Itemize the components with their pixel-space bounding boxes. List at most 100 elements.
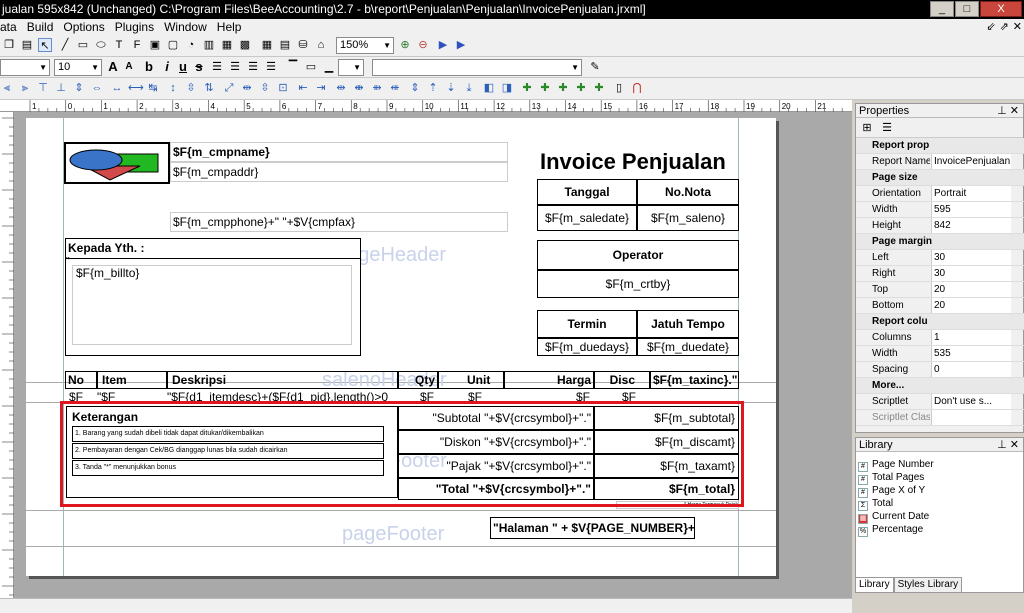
kepada-label[interactable]: Kepada Yth. : <box>65 238 361 259</box>
same-width-max-icon[interactable]: ⟷ <box>128 81 144 95</box>
prop-spacing[interactable]: Spacing 0 <box>856 362 1024 378</box>
prop-category-columns[interactable]: Report colu <box>856 314 1024 330</box>
report-page[interactable]: pageHeader salenoHeader salenoFooter pag… <box>26 118 776 576</box>
invoice-title[interactable]: Invoice Penjualan <box>540 149 726 175</box>
valign-bottom-icon[interactable]: ▁ <box>322 60 336 74</box>
menu-window[interactable]: Window <box>159 19 212 35</box>
crosstab-tool-icon[interactable]: ▩ <box>238 38 252 52</box>
library-item-total-pages[interactable]: # Total Pages <box>858 471 924 485</box>
valign-middle-icon[interactable]: ▭ <box>304 60 318 74</box>
vspace-remove-icon[interactable]: ⤓ <box>462 81 476 95</box>
tab-library[interactable]: Library <box>855 577 894 593</box>
align-top-edges-icon[interactable]: ⊤ <box>36 81 50 95</box>
rectangle-tool-icon[interactable]: ▭ <box>76 38 90 52</box>
prop-column-width[interactable]: Width 535 <box>856 346 1024 362</box>
line-tool-icon[interactable]: ╱ <box>58 38 72 52</box>
move-down-icon[interactable]: ✚ <box>574 81 588 95</box>
same-width-icon[interactable]: ↔ <box>110 81 124 95</box>
prop-left[interactable]: Left 30 <box>856 250 1024 266</box>
style-select[interactable]: ▼ <box>372 59 582 76</box>
menu-data[interactable]: ata <box>0 19 22 35</box>
close-button[interactable]: X <box>980 1 1022 17</box>
increase-font-icon[interactable]: A <box>106 60 120 74</box>
subreport-tool-icon[interactable]: ▥ <box>202 38 216 52</box>
nonota-label[interactable]: No.Nota <box>637 179 739 205</box>
center-horizontal-icon[interactable]: ⇹ <box>240 81 254 95</box>
col-header-taxinc[interactable]: $F{m_taxinc}." <box>650 371 739 389</box>
zoom-in-icon[interactable]: ⊕ <box>398 38 412 52</box>
align-center-icon[interactable]: ☰ <box>228 60 242 74</box>
prop-top[interactable]: Top 20 <box>856 282 1024 298</box>
library-item-percentage[interactable]: % Percentage <box>858 523 923 537</box>
operator-label[interactable]: Operator <box>537 240 739 270</box>
field-tool-icon[interactable]: F <box>130 38 144 52</box>
image-tool-icon[interactable]: ▣ <box>148 38 162 52</box>
col-header-deskripsi[interactable]: Deskripsi <box>167 371 398 389</box>
mdi-restore-icon[interactable]: ⇙ <box>986 20 995 33</box>
col-header-harga[interactable]: Harga <box>504 371 594 389</box>
tanggal-label[interactable]: Tanggal <box>537 179 637 205</box>
run-db-icon[interactable]: ▶ <box>454 38 468 52</box>
library-item-current-date[interactable]: ▦ Current Date <box>858 510 929 524</box>
tab-styles-library[interactable]: Styles Library <box>893 577 963 593</box>
organize-icon[interactable]: ✚ <box>592 81 606 95</box>
join-right-icon[interactable]: ⇥ <box>314 81 328 95</box>
same-width-min-icon[interactable]: ↹ <box>146 81 160 95</box>
alphabetical-icon[interactable]: ☰ <box>880 121 894 135</box>
company-logo[interactable] <box>64 142 170 184</box>
decrease-font-icon[interactable]: A <box>122 60 136 74</box>
prop-report-name[interactable]: Report Name InvoicePenjualan <box>856 154 1024 170</box>
design-canvas[interactable]: pageHeader salenoHeader salenoFooter pag… <box>14 112 852 613</box>
operator-field[interactable]: $F{m_crtby} <box>537 270 739 298</box>
align-justify-icon[interactable]: ☰ <box>264 60 278 74</box>
same-size-icon[interactable]: ⤢ <box>222 81 236 95</box>
menu-options[interactable]: Options <box>58 19 109 35</box>
align-hcenter-icon[interactable]: ⇔ <box>90 81 104 95</box>
font-name-select[interactable]: ▼ <box>0 59 50 76</box>
zoom-out-icon[interactable]: ⊖ <box>416 38 430 52</box>
prop-scriptlet-class[interactable]: Scriptlet Class <box>856 410 1024 426</box>
categorized-icon[interactable]: ⊞ <box>860 121 874 135</box>
col-header-unit[interactable]: Unit <box>438 371 504 389</box>
magnet-icon[interactable]: ⋂ <box>630 81 644 95</box>
jatuh-tempo-label[interactable]: Jatuh Tempo <box>637 310 739 338</box>
due-date-field[interactable]: $F{m_duedate} <box>637 338 739 356</box>
menu-help[interactable]: Help <box>212 19 247 35</box>
mdi-maximize-icon[interactable]: ⇗ <box>1000 20 1009 33</box>
panel-pin-icon[interactable]: ⊥ ✕ <box>997 104 1019 118</box>
join-left-icon[interactable]: ⇤ <box>296 81 310 95</box>
insert-element-icon[interactable]: ✚ <box>538 81 552 95</box>
align-vcenter-icon[interactable]: ⇕ <box>72 81 86 95</box>
align-left-edges-icon[interactable]: ⫷ <box>0 81 14 95</box>
pointer-tool-icon[interactable]: ↖ <box>38 38 52 52</box>
underline-button[interactable]: u <box>176 60 190 74</box>
bill-to-field[interactable]: $F{m_billto} <box>72 265 352 345</box>
company-name-field[interactable]: $F{m_cmpname} <box>170 142 508 162</box>
prop-width[interactable]: Width 595 <box>856 202 1024 218</box>
hspace-equal-icon[interactable]: ⇹ <box>334 81 348 95</box>
prop-bottom[interactable]: Bottom 20 <box>856 298 1024 314</box>
same-height-icon[interactable]: ↕ <box>166 81 180 95</box>
col-header-disc[interactable]: Disc <box>594 371 650 389</box>
library-item-page-number[interactable]: # Page Number <box>858 458 934 472</box>
align-bottom-edges-icon[interactable]: ⊥ <box>54 81 68 95</box>
hspace-decrease-icon[interactable]: ⇻ <box>370 81 384 95</box>
prop-height[interactable]: Height 842 <box>856 218 1024 234</box>
barcode-tool-icon[interactable]: ▦ <box>220 38 234 52</box>
prop-category-report[interactable]: Report prop <box>856 138 1024 154</box>
database-icon[interactable]: ⛁ <box>296 38 310 52</box>
center-page-icon[interactable]: ⊡ <box>276 81 290 95</box>
due-days-field[interactable]: $F{m_duedays} <box>537 338 637 356</box>
panel-pin-icon[interactable]: ⊥ ✕ <box>997 438 1019 452</box>
snap-icon[interactable]: ▤ <box>278 38 292 52</box>
send-back-icon[interactable]: ◨ <box>500 81 514 95</box>
menu-plugins[interactable]: Plugins <box>110 19 159 35</box>
sale-date-field[interactable]: $F{m_saledate} <box>537 205 637 231</box>
library-item-page-x-of-y[interactable]: # Page X of Y <box>858 484 925 498</box>
run-report-icon[interactable]: ▶ <box>436 38 450 52</box>
maximize-button[interactable]: □ <box>955 1 979 17</box>
add-band-icon[interactable]: ✚ <box>520 81 534 95</box>
menu-build[interactable]: Build <box>22 19 59 35</box>
prop-category-page-size[interactable]: Page size <box>856 170 1024 186</box>
valign-top-icon[interactable]: ▔ <box>286 60 300 74</box>
